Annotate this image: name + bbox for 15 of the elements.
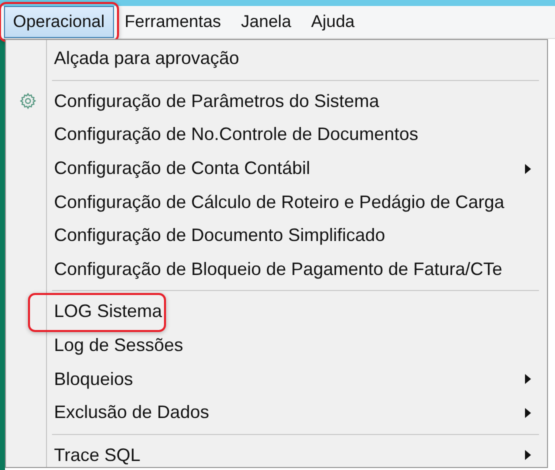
menu-item[interactable]: Trace SQL (54, 444, 140, 466)
menu-item[interactable]: Configuração de Conta Contábil (54, 158, 310, 180)
menu-item[interactable]: LOG Sistema (54, 301, 162, 322)
menu-item[interactable]: Log de Sessões (54, 335, 184, 356)
menu-bar-item[interactable]: Ferramentas (116, 6, 230, 38)
menu-item[interactable]: Configuração de Documento Simplificado (54, 225, 386, 246)
menu-item[interactable]: Bloqueios (54, 368, 134, 390)
menu-item[interactable]: Configuração de Parâmetros do Sistema (54, 90, 380, 112)
menu-bar-item[interactable]: Ajuda (302, 6, 364, 38)
menu-bar-item[interactable]: Janela (232, 6, 300, 38)
menu-item[interactable]: Configuração de Bloqueio de Pagamento de Fatura/CTe (54, 258, 502, 280)
menu-item[interactable]: Configuração de No.Controle de Documentos (54, 124, 418, 146)
menu-item[interactable]: Exclusão de Dados (54, 402, 210, 424)
menu-item[interactable]: Configuração de Cálculo de Roteiro e Pedágio de Carga (54, 192, 504, 213)
menu-item[interactable]: Alçada para aprovação (54, 48, 240, 70)
